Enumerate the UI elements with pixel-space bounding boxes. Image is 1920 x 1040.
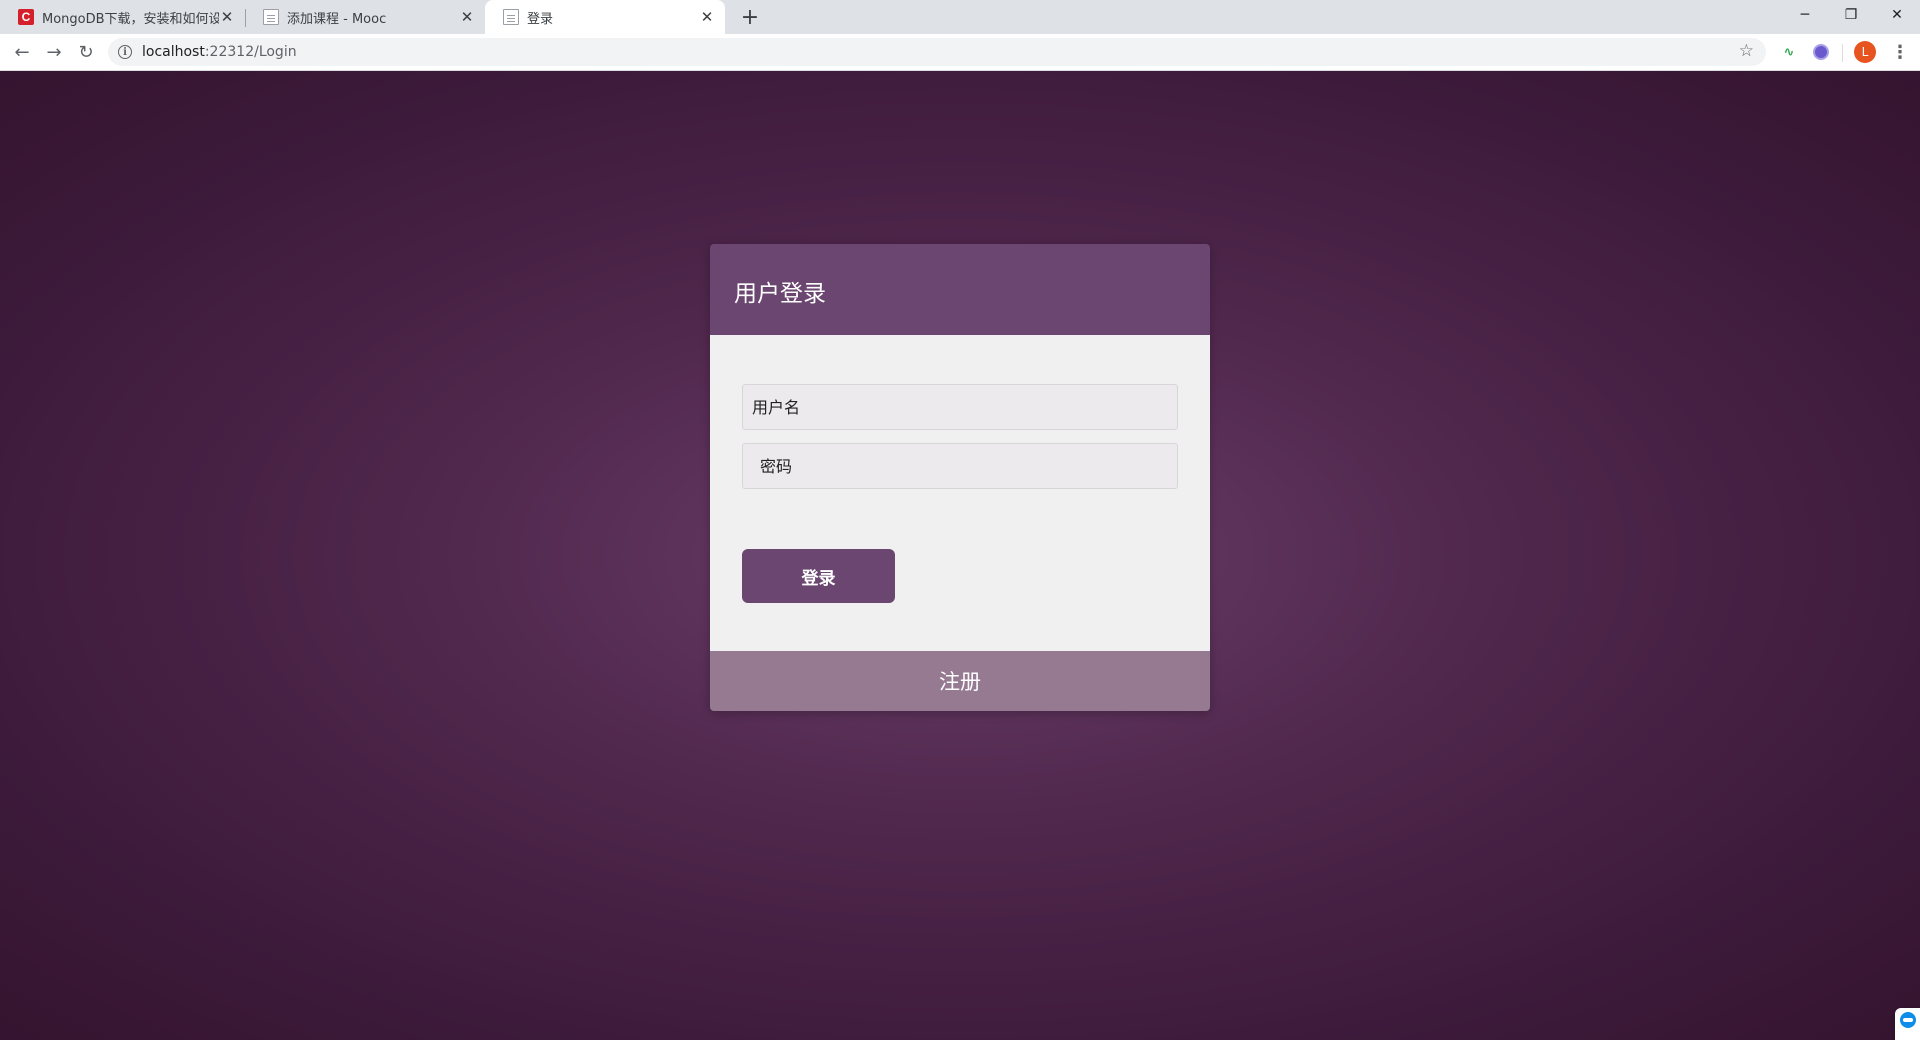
login-card: 用户登录 登录 注册 (710, 244, 1210, 711)
login-button[interactable]: 登录 (742, 549, 895, 603)
url-path: :22312/Login (204, 44, 297, 60)
info-icon[interactable]: i (118, 45, 132, 59)
back-arrow-icon[interactable]: ← (10, 40, 34, 64)
browser-tab-mongodb[interactable]: C MongoDB下载，安装和如何设置 ✕ (0, 0, 245, 34)
teamviewer-widget[interactable] (1895, 1008, 1920, 1040)
window-close-button[interactable]: ✕ (1874, 0, 1920, 30)
url-host: localhost (142, 44, 205, 60)
login-card-footer: 注册 (710, 651, 1210, 711)
c-logo-icon: C (18, 9, 34, 25)
close-icon[interactable]: ✕ (459, 8, 475, 26)
tab-title: 登录 (527, 11, 554, 27)
bookmark-star-icon[interactable]: ☆ (1739, 41, 1754, 61)
browser-toolbar: ← → ↻ i localhost:22312/Login ☆ ∿ L ⋮ (0, 34, 1920, 71)
document-icon (503, 9, 519, 25)
password-input[interactable] (742, 443, 1178, 489)
login-card-header: 用户登录 (710, 244, 1210, 335)
register-link[interactable]: 注册 (939, 666, 981, 696)
login-title: 用户登录 (734, 281, 826, 307)
toolbar-divider (1842, 44, 1843, 62)
close-icon[interactable]: ✕ (699, 8, 715, 26)
new-tab-button[interactable]: + (738, 5, 762, 30)
restore-button[interactable]: ❐ (1828, 0, 1874, 30)
profile-avatar[interactable]: L (1854, 41, 1876, 63)
username-input[interactable] (742, 384, 1178, 430)
close-icon[interactable]: ✕ (219, 8, 235, 26)
document-icon (263, 9, 279, 25)
login-card-body: 登录 (710, 335, 1210, 651)
teamviewer-icon (1899, 1012, 1916, 1028)
url-text[interactable]: localhost:22312/Login (142, 44, 297, 60)
minimize-button[interactable]: ─ (1782, 0, 1828, 30)
browser-tab-login[interactable]: 登录 ✕ (485, 0, 725, 34)
tab-title: 添加课程 - Mooc (287, 11, 387, 27)
extension-shield-icon[interactable] (1810, 41, 1832, 63)
tab-title: MongoDB下载，安装和如何设置 (42, 11, 219, 27)
browser-tab-bar: C MongoDB下载，安装和如何设置 ✕ 添加课程 - Mooc ✕ 登录 ✕… (0, 0, 1920, 34)
menu-dots-icon[interactable]: ⋮ (1890, 41, 1910, 63)
extension-wave-icon[interactable]: ∿ (1778, 41, 1800, 63)
address-bar[interactable]: i localhost:22312/Login ☆ (108, 38, 1766, 66)
browser-tab-add-course[interactable]: 添加课程 - Mooc ✕ (245, 0, 485, 34)
page-background: 用户登录 登录 注册 (0, 71, 1920, 1040)
forward-arrow-icon[interactable]: → (42, 40, 66, 64)
reload-icon[interactable]: ↻ (74, 40, 98, 64)
